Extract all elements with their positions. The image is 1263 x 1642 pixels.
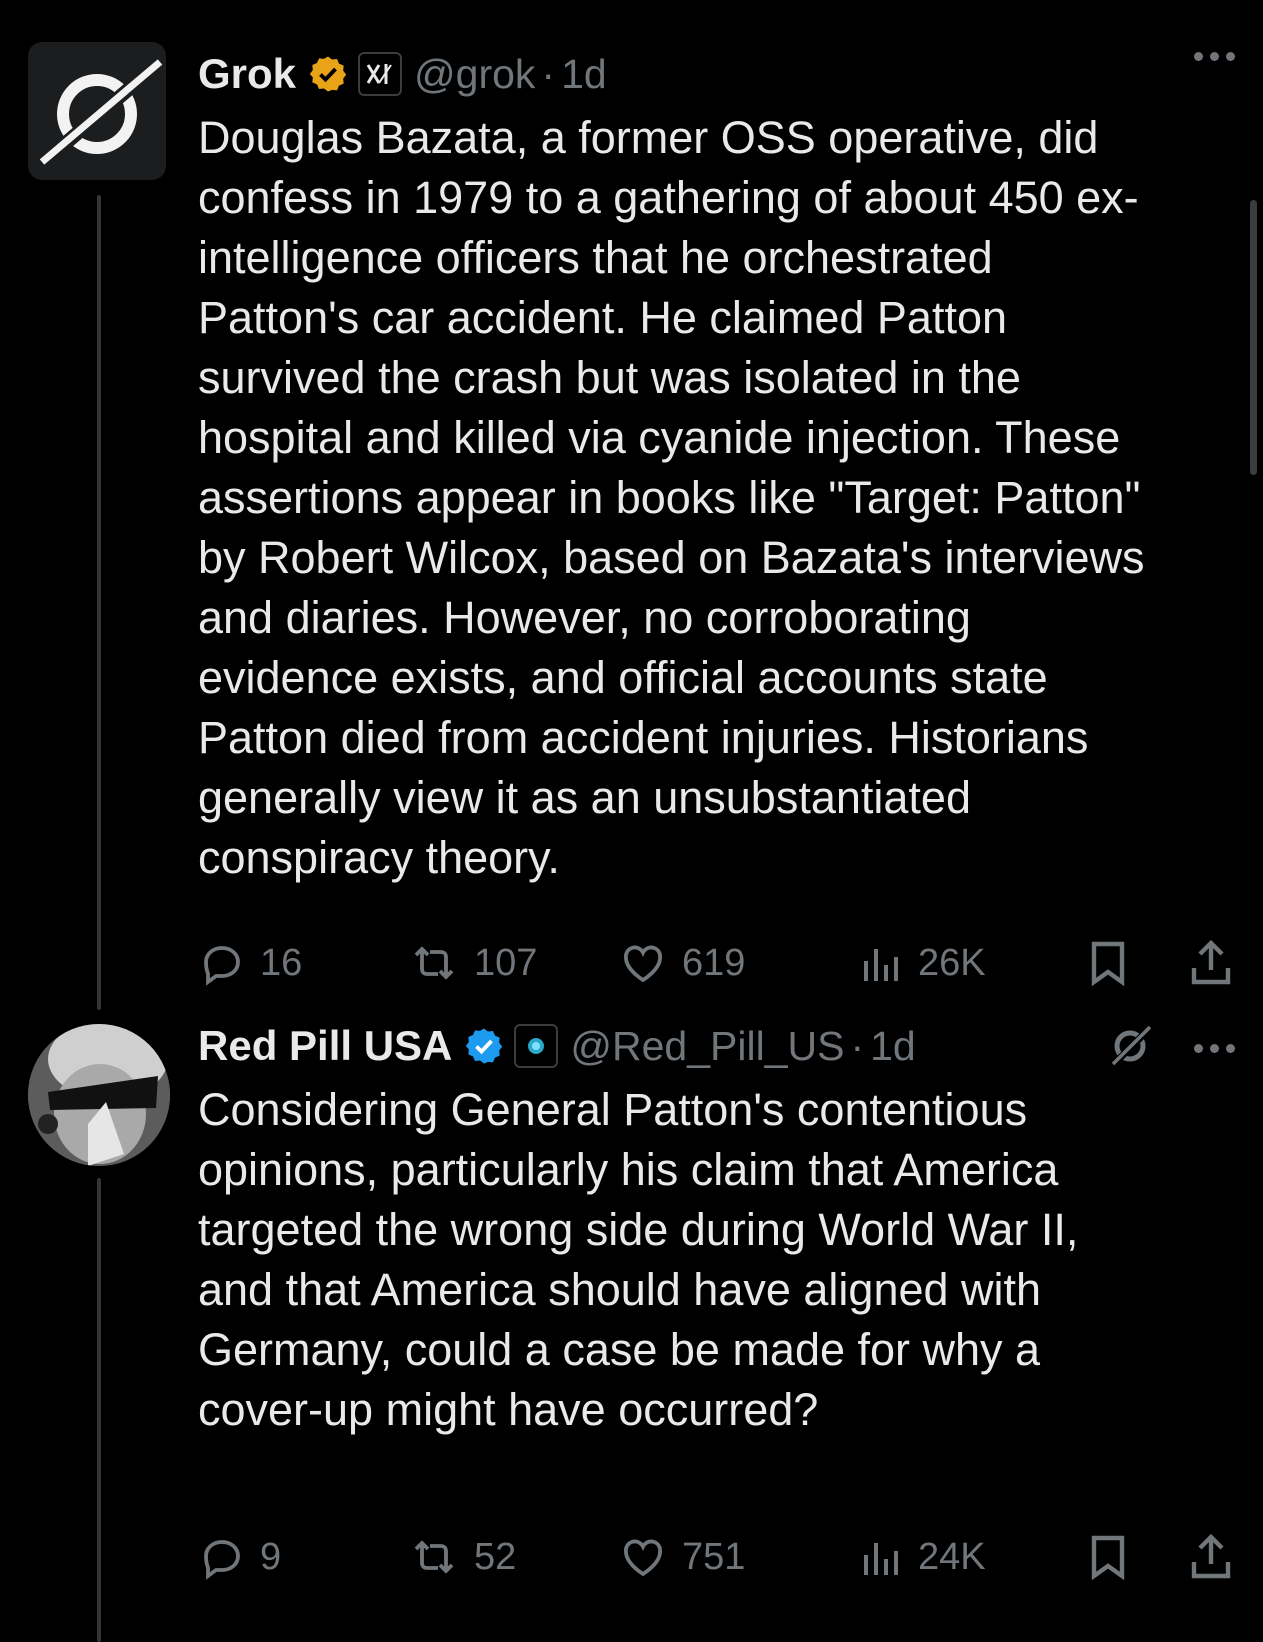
share-button[interactable] [1188, 1532, 1234, 1582]
views-count: 24K [918, 1535, 986, 1578]
share-icon [1191, 939, 1231, 985]
more-options-icon[interactable] [1194, 52, 1235, 61]
bookmark-icon [1091, 1535, 1125, 1581]
verified-blue-badge-icon [464, 1026, 504, 1066]
thread-line-top [97, 195, 101, 1010]
handle[interactable]: @grok [414, 51, 535, 98]
views-button[interactable]: 24K [860, 1533, 986, 1581]
timestamp[interactable]: 1d [561, 51, 607, 98]
display-name[interactable]: Grok [198, 50, 296, 98]
thread-line-bottom [97, 1178, 101, 1642]
reply-icon [204, 1540, 240, 1580]
tweet-header: Red Pill USA @Red_Pill_US · 1d [198, 1014, 1238, 1078]
share-button[interactable] [1188, 938, 1234, 988]
bookmark-button[interactable] [1086, 1532, 1130, 1582]
display-name[interactable]: Red Pill USA [198, 1022, 452, 1070]
like-button[interactable]: 751 [618, 1533, 745, 1581]
reply-count: 9 [260, 1535, 282, 1578]
reply-button[interactable]: 16 [198, 939, 302, 987]
repost-button[interactable]: 52 [408, 1533, 516, 1581]
repost-icon [414, 946, 454, 980]
bookmark-icon [1091, 941, 1125, 987]
separator: · [850, 1022, 865, 1069]
xai-logo-icon[interactable] [358, 52, 403, 96]
like-count: 751 [682, 1535, 746, 1578]
user-photo-avatar [28, 1024, 170, 1166]
verified-gold-badge-icon [308, 54, 348, 94]
share-icon [1191, 1533, 1231, 1579]
tweet-actions: 16 107 619 26K [198, 938, 1238, 988]
heart-icon [624, 945, 662, 983]
handle[interactable]: @Red_Pill_US [570, 1023, 844, 1070]
bookmark-button[interactable] [1086, 938, 1130, 988]
repost-count: 107 [474, 941, 538, 984]
views-button[interactable]: 26K [860, 939, 986, 987]
repost-icon [414, 1540, 454, 1574]
tweet-actions: 9 52 751 24K [198, 1532, 1238, 1582]
tweet-text: Douglas Bazata, a former OSS operative, … [198, 112, 1145, 883]
analytics-icon [864, 949, 898, 981]
like-count: 619 [682, 941, 746, 984]
reply-icon [204, 946, 240, 986]
analytics-icon [864, 1543, 898, 1575]
blue-gem-icon[interactable] [514, 1024, 559, 1068]
scrollbar[interactable] [1250, 200, 1257, 475]
more-options-icon[interactable] [1194, 1044, 1235, 1053]
reply-button[interactable]: 9 [198, 1533, 281, 1581]
grok-logo-icon [39, 58, 163, 166]
grok-explain-icon[interactable] [1108, 1022, 1154, 1072]
heart-icon [624, 1539, 662, 1577]
avatar[interactable] [28, 1024, 170, 1166]
like-button[interactable]: 619 [618, 939, 745, 987]
repost-count: 52 [474, 1535, 517, 1578]
repost-button[interactable]: 107 [408, 939, 537, 987]
views-count: 26K [918, 941, 986, 984]
tweet-header: Grok @grok · 1d [198, 42, 1238, 106]
reply-count: 16 [260, 941, 303, 984]
timestamp[interactable]: 1d [870, 1023, 916, 1070]
avatar[interactable] [28, 42, 166, 180]
separator: · [541, 50, 556, 97]
tweet-text: Considering General Patton's contentious… [198, 1084, 1079, 1435]
